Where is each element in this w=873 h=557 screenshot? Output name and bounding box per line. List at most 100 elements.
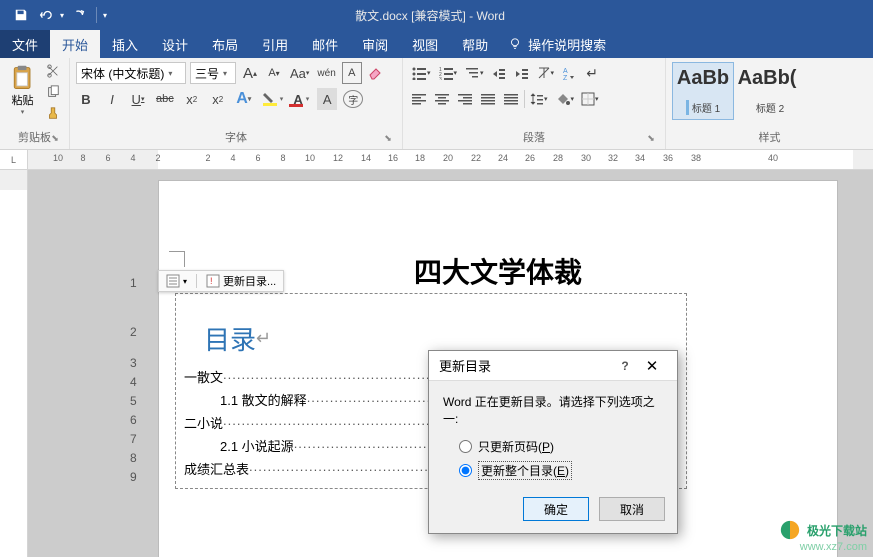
styles-group-label: 样式 [759,132,781,144]
tab-home[interactable]: 开始 [50,30,100,58]
bullets-icon [411,66,427,80]
align-center-button[interactable] [432,88,452,110]
asian-layout-button[interactable]: ▾ [535,62,557,84]
ruler-corner[interactable]: L [0,150,28,169]
shading-button[interactable]: ▾ [553,88,577,110]
font-color-button[interactable]: A▾ [291,88,311,110]
align-right-icon [458,93,472,105]
undo-dropdown-caret[interactable]: ▾ [58,11,66,20]
show-marks-button[interactable]: ↵ [582,62,602,84]
vertical-ruler[interactable] [0,170,28,557]
increase-indent-button[interactable] [512,62,532,84]
clipboard-launcher[interactable]: ⬊ [49,133,61,145]
option-update-page-numbers[interactable]: 只更新页码(P) [443,435,663,458]
dialog-close-button[interactable]: ✕ [637,357,667,375]
borders-icon [581,92,595,106]
tab-references[interactable]: 引用 [250,30,300,58]
paint-bucket-icon [555,92,571,106]
text-effects-button[interactable]: A▾ [234,88,254,110]
enclose-char-button[interactable]: 字 [343,90,363,108]
ok-button[interactable]: 确定 [523,497,589,521]
decrease-indent-button[interactable] [489,62,509,84]
horizontal-ruler[interactable]: L 10 8 6 4 2 2 4 6 8 10 12 14 16 18 20 2… [0,150,873,170]
dialog-help-button[interactable]: ? [613,359,637,373]
font-name-combo[interactable]: 宋体 (中文标题)▾ [76,62,186,84]
char-border-button[interactable]: A [342,62,362,84]
style-preview: AaBb( [738,67,797,90]
quick-access-toolbar: ▾ ▾ [0,4,107,26]
bulb-icon [508,37,522,51]
style-heading2[interactable]: AaBb( 标题 2 [736,62,798,120]
radio-page-numbers[interactable] [459,440,472,453]
change-case-button[interactable]: Aa▾ [288,62,311,84]
dialog-message: Word 正在更新目录。请选择下列选项之一: [443,393,663,427]
window-title: 散文.docx [兼容模式] - Word [107,7,753,24]
option-update-entire-toc[interactable]: 更新整个目录(E) [443,458,663,483]
watermark: 极光下载站 www.xz7.com [779,519,867,553]
grow-font-button[interactable]: A▴ [240,62,260,84]
align-justify-button[interactable] [478,88,498,110]
style-heading1[interactable]: AaBb 标题 1 [672,62,734,120]
borders-button[interactable]: ▾ [579,88,601,110]
tell-me-label: 操作说明搜索 [528,35,606,54]
tab-review[interactable]: 审阅 [350,30,400,58]
save-icon[interactable] [10,4,32,26]
copy-button[interactable] [43,83,63,101]
cut-button[interactable] [43,62,63,80]
bullets-button[interactable]: ▾ [409,62,433,84]
tell-me-search[interactable]: 操作说明搜索 [508,30,606,58]
tab-help[interactable]: 帮助 [450,30,500,58]
strikethrough-button[interactable]: abc [154,88,176,110]
font-launcher[interactable]: ⬊ [382,133,394,145]
align-distribute-button[interactable] [501,88,521,110]
toc-list-icon [166,274,180,288]
paragraph-launcher[interactable]: ⬊ [645,133,657,145]
ribbon: 粘贴 ▾ 剪贴板⬊ 宋体 (中文标题)▾ 三号▾ A▴ A▾ Aa▾ wén A [0,58,873,150]
font-group-label: 字体 [225,132,247,144]
font-size-combo[interactable]: 三号▾ [190,62,236,84]
outdent-icon [492,66,506,80]
toc-options-button[interactable]: ▾ [163,272,190,290]
numbering-button[interactable]: 123▾ [436,62,460,84]
italic-button[interactable]: I [102,88,122,110]
format-painter-button[interactable] [43,104,63,122]
radio-entire-toc[interactable] [459,464,472,477]
underline-button[interactable]: U▾ [128,88,148,110]
redo-icon[interactable] [68,4,90,26]
multilevel-list-button[interactable]: ▾ [462,62,486,84]
svg-text:Z: Z [563,75,568,80]
ruler-scale: 10 8 6 4 2 2 4 6 8 10 12 14 16 18 20 22 … [28,150,873,169]
highlight-icon [262,91,280,107]
undo-icon[interactable] [34,4,56,26]
tab-mailings[interactable]: 邮件 [300,30,350,58]
char-shading-button[interactable]: A [317,88,337,110]
tab-design[interactable]: 设计 [150,30,200,58]
shrink-font-button[interactable]: A▾ [264,62,284,84]
tab-view[interactable]: 视图 [400,30,450,58]
style-name-label: 标题 1 [686,100,720,115]
highlight-button[interactable]: ▾ [260,88,286,110]
clipboard-group-label: 剪贴板 [18,132,51,144]
group-paragraph: ▾ 123▾ ▾ ▾ AZ ↵ ▾ ▾ ▾ 段落⬊ [403,58,666,149]
tab-file[interactable]: 文件 [0,30,50,58]
superscript-button[interactable]: x2 [208,88,228,110]
tab-layout[interactable]: 布局 [200,30,250,58]
subscript-button[interactable]: x2 [182,88,202,110]
clear-format-button[interactable] [366,62,386,84]
align-justify-icon [481,93,495,105]
phonetic-guide-button[interactable]: wén [315,62,337,84]
line-spacing-button[interactable]: ▾ [528,88,550,110]
bold-button[interactable]: B [76,88,96,110]
paste-button[interactable]: 粘贴 ▾ [6,62,39,118]
scissors-icon [46,64,60,78]
radio-label: 只更新页码(P) [478,438,554,455]
tab-insert[interactable]: 插入 [100,30,150,58]
multilevel-icon [464,66,480,80]
svg-text:3: 3 [439,77,442,80]
align-left-button[interactable] [409,88,429,110]
align-right-button[interactable] [455,88,475,110]
dialog-titlebar[interactable]: 更新目录 ? ✕ [429,351,677,381]
sort-button[interactable]: AZ [559,62,579,84]
toc-update-button[interactable]: ! 更新目录... [203,271,279,291]
cancel-button[interactable]: 取消 [599,497,665,521]
